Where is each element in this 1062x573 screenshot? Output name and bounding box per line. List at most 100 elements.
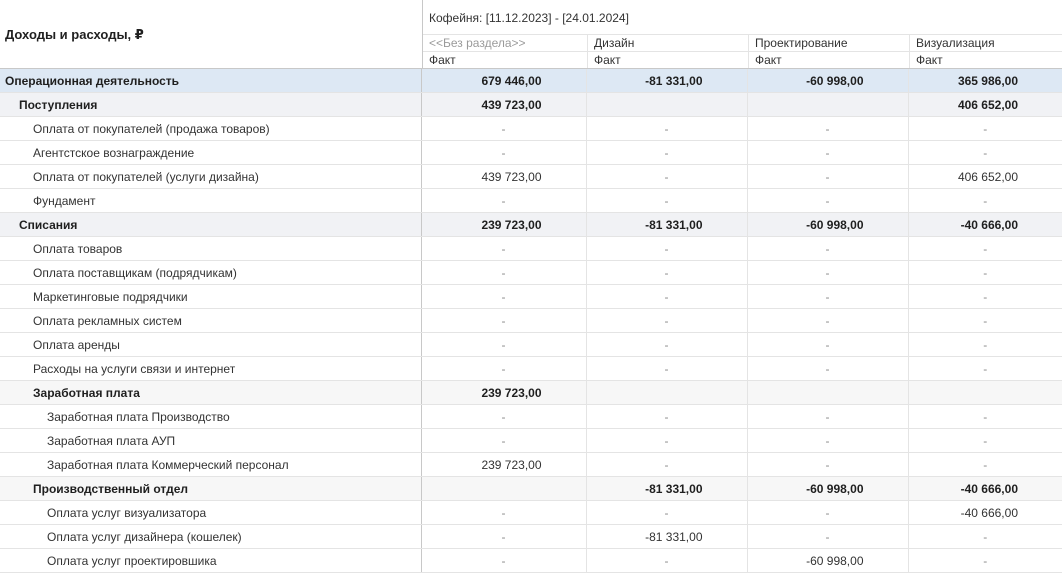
value-cell[interactable]: - [421, 260, 586, 285]
table-row[interactable]: Расходы на услуги связи и интернет - - - - [0, 356, 1062, 381]
value-cell[interactable]: - [421, 332, 586, 357]
value-cell[interactable]: - [746, 116, 908, 141]
table-row[interactable]: Оплата поставщикам (подрядчикам) - - - - [0, 260, 1062, 285]
value-cell[interactable]: - [421, 236, 586, 261]
value-cell[interactable]: - [907, 260, 1062, 285]
table-row[interactable]: Маркетинговые подрядчики - - - - [0, 284, 1062, 309]
value-cell[interactable]: - [421, 284, 586, 309]
value-cell[interactable]: - [585, 164, 747, 189]
value-cell[interactable]: - [907, 452, 1062, 477]
value-cell[interactable]: - [421, 428, 586, 453]
value-cell[interactable] [746, 380, 908, 405]
group-row[interactable]: Производственный отдел -81 331,00 -60 998,… [0, 476, 1062, 501]
value-cell[interactable]: - [585, 260, 747, 285]
value-cell[interactable]: - [746, 188, 908, 213]
value-cell[interactable] [907, 380, 1062, 405]
value-cell[interactable]: - [746, 308, 908, 333]
value-cell[interactable]: 406 652,00 [907, 92, 1062, 117]
value-cell[interactable]: -81 331,00 [585, 69, 747, 93]
value-cell[interactable]: - [746, 236, 908, 261]
group-row[interactable]: Списания 239 723,00 -81 331,00 -60 998,00 -4… [0, 212, 1062, 237]
value-cell[interactable]: - [907, 236, 1062, 261]
value-cell[interactable]: - [907, 404, 1062, 429]
table-row[interactable]: Оплата рекламных систем - - - - [0, 308, 1062, 333]
value-cell[interactable]: - [907, 284, 1062, 309]
value-cell[interactable]: - [907, 332, 1062, 357]
table-row[interactable]: Заработная плата Коммерческий персонал 23… [0, 452, 1062, 477]
value-cell[interactable]: - [421, 356, 586, 381]
value-cell[interactable]: -81 331,00 [585, 524, 747, 549]
value-cell[interactable]: 239 723,00 [421, 212, 586, 237]
value-cell[interactable]: - [746, 260, 908, 285]
group-row[interactable]: Операционная деятельность 679 446,00 -81 3… [0, 69, 1062, 93]
value-cell[interactable]: 406 652,00 [907, 164, 1062, 189]
value-cell[interactable]: - [907, 548, 1062, 573]
value-cell[interactable]: - [421, 548, 586, 573]
group-row[interactable]: Поступления 439 723,00 406 652,00 [0, 92, 1062, 117]
value-cell[interactable]: 439 723,00 [421, 92, 586, 117]
value-cell[interactable]: - [421, 500, 586, 525]
value-cell[interactable]: - [585, 236, 747, 261]
value-cell[interactable]: - [585, 428, 747, 453]
value-cell[interactable]: - [746, 140, 908, 165]
value-cell[interactable]: - [585, 284, 747, 309]
value-cell[interactable]: - [907, 116, 1062, 141]
value-cell[interactable]: - [907, 356, 1062, 381]
value-cell[interactable] [585, 380, 747, 405]
value-cell[interactable]: - [746, 524, 908, 549]
value-cell[interactable]: - [907, 308, 1062, 333]
value-cell[interactable]: - [585, 116, 747, 141]
value-cell[interactable]: - [421, 188, 586, 213]
value-cell[interactable]: -81 331,00 [585, 476, 747, 501]
table-row[interactable]: Фундамент - - - - [0, 188, 1062, 213]
value-cell[interactable]: - [585, 308, 747, 333]
value-cell[interactable] [421, 476, 586, 501]
group-row[interactable]: Заработная плата 239 723,00 [0, 380, 1062, 405]
table-row[interactable]: Оплата аренды - - - - [0, 332, 1062, 357]
value-cell[interactable]: 679 446,00 [421, 69, 586, 93]
table-row[interactable]: Оплата услуг проектировшика - - -60 998,00- [0, 548, 1062, 573]
value-cell[interactable]: - [585, 188, 747, 213]
table-row[interactable]: Оплата от покупателей (услуги дизайна) 43… [0, 164, 1062, 189]
value-cell[interactable]: - [907, 140, 1062, 165]
table-row[interactable]: Оплата товаров - - - - [0, 236, 1062, 261]
value-cell[interactable]: - [907, 524, 1062, 549]
value-cell[interactable]: -60 998,00 [746, 69, 908, 93]
value-cell[interactable]: -60 998,00 [746, 548, 908, 573]
value-cell[interactable]: - [746, 500, 908, 525]
value-cell[interactable]: -60 998,00 [746, 212, 908, 237]
column-header-planning[interactable]: Проектирование [748, 35, 909, 51]
value-cell[interactable]: - [746, 164, 908, 189]
value-cell[interactable]: - [746, 356, 908, 381]
value-cell[interactable]: - [421, 404, 586, 429]
value-cell[interactable]: 365 986,00 [907, 69, 1062, 93]
value-cell[interactable]: - [585, 500, 747, 525]
value-cell[interactable]: - [746, 404, 908, 429]
value-cell[interactable]: - [907, 188, 1062, 213]
value-cell[interactable] [585, 92, 747, 117]
value-cell[interactable] [746, 92, 908, 117]
value-cell[interactable]: -40 666,00 [907, 212, 1062, 237]
value-cell[interactable]: -40 666,00 [907, 500, 1062, 525]
value-cell[interactable]: - [746, 332, 908, 357]
value-cell[interactable]: - [585, 452, 747, 477]
value-cell[interactable]: - [421, 524, 586, 549]
value-cell[interactable]: - [907, 428, 1062, 453]
value-cell[interactable]: - [421, 140, 586, 165]
table-row[interactable]: Оплата от покупателей (продажа товаров) -… [0, 116, 1062, 141]
table-row[interactable]: Оплата услуг визуализатора - - - -40 666,00 [0, 500, 1062, 525]
value-cell[interactable]: - [421, 116, 586, 141]
value-cell[interactable]: - [585, 548, 747, 573]
value-cell[interactable]: - [746, 452, 908, 477]
value-cell[interactable]: 439 723,00 [421, 164, 586, 189]
value-cell[interactable]: - [585, 404, 747, 429]
table-row[interactable]: Агентстское вознаграждение - - - - [0, 140, 1062, 165]
table-row[interactable]: Заработная плата АУП - - - - [0, 428, 1062, 453]
column-header-no-section[interactable]: <<Без раздела>> [423, 35, 587, 51]
column-header-visualization[interactable]: Визуализация [909, 35, 1062, 51]
value-cell[interactable]: - [585, 356, 747, 381]
value-cell[interactable]: -40 666,00 [907, 476, 1062, 501]
value-cell[interactable]: - [746, 428, 908, 453]
table-row[interactable]: Заработная плата Производство - - - - [0, 404, 1062, 429]
value-cell[interactable]: 239 723,00 [421, 380, 586, 405]
